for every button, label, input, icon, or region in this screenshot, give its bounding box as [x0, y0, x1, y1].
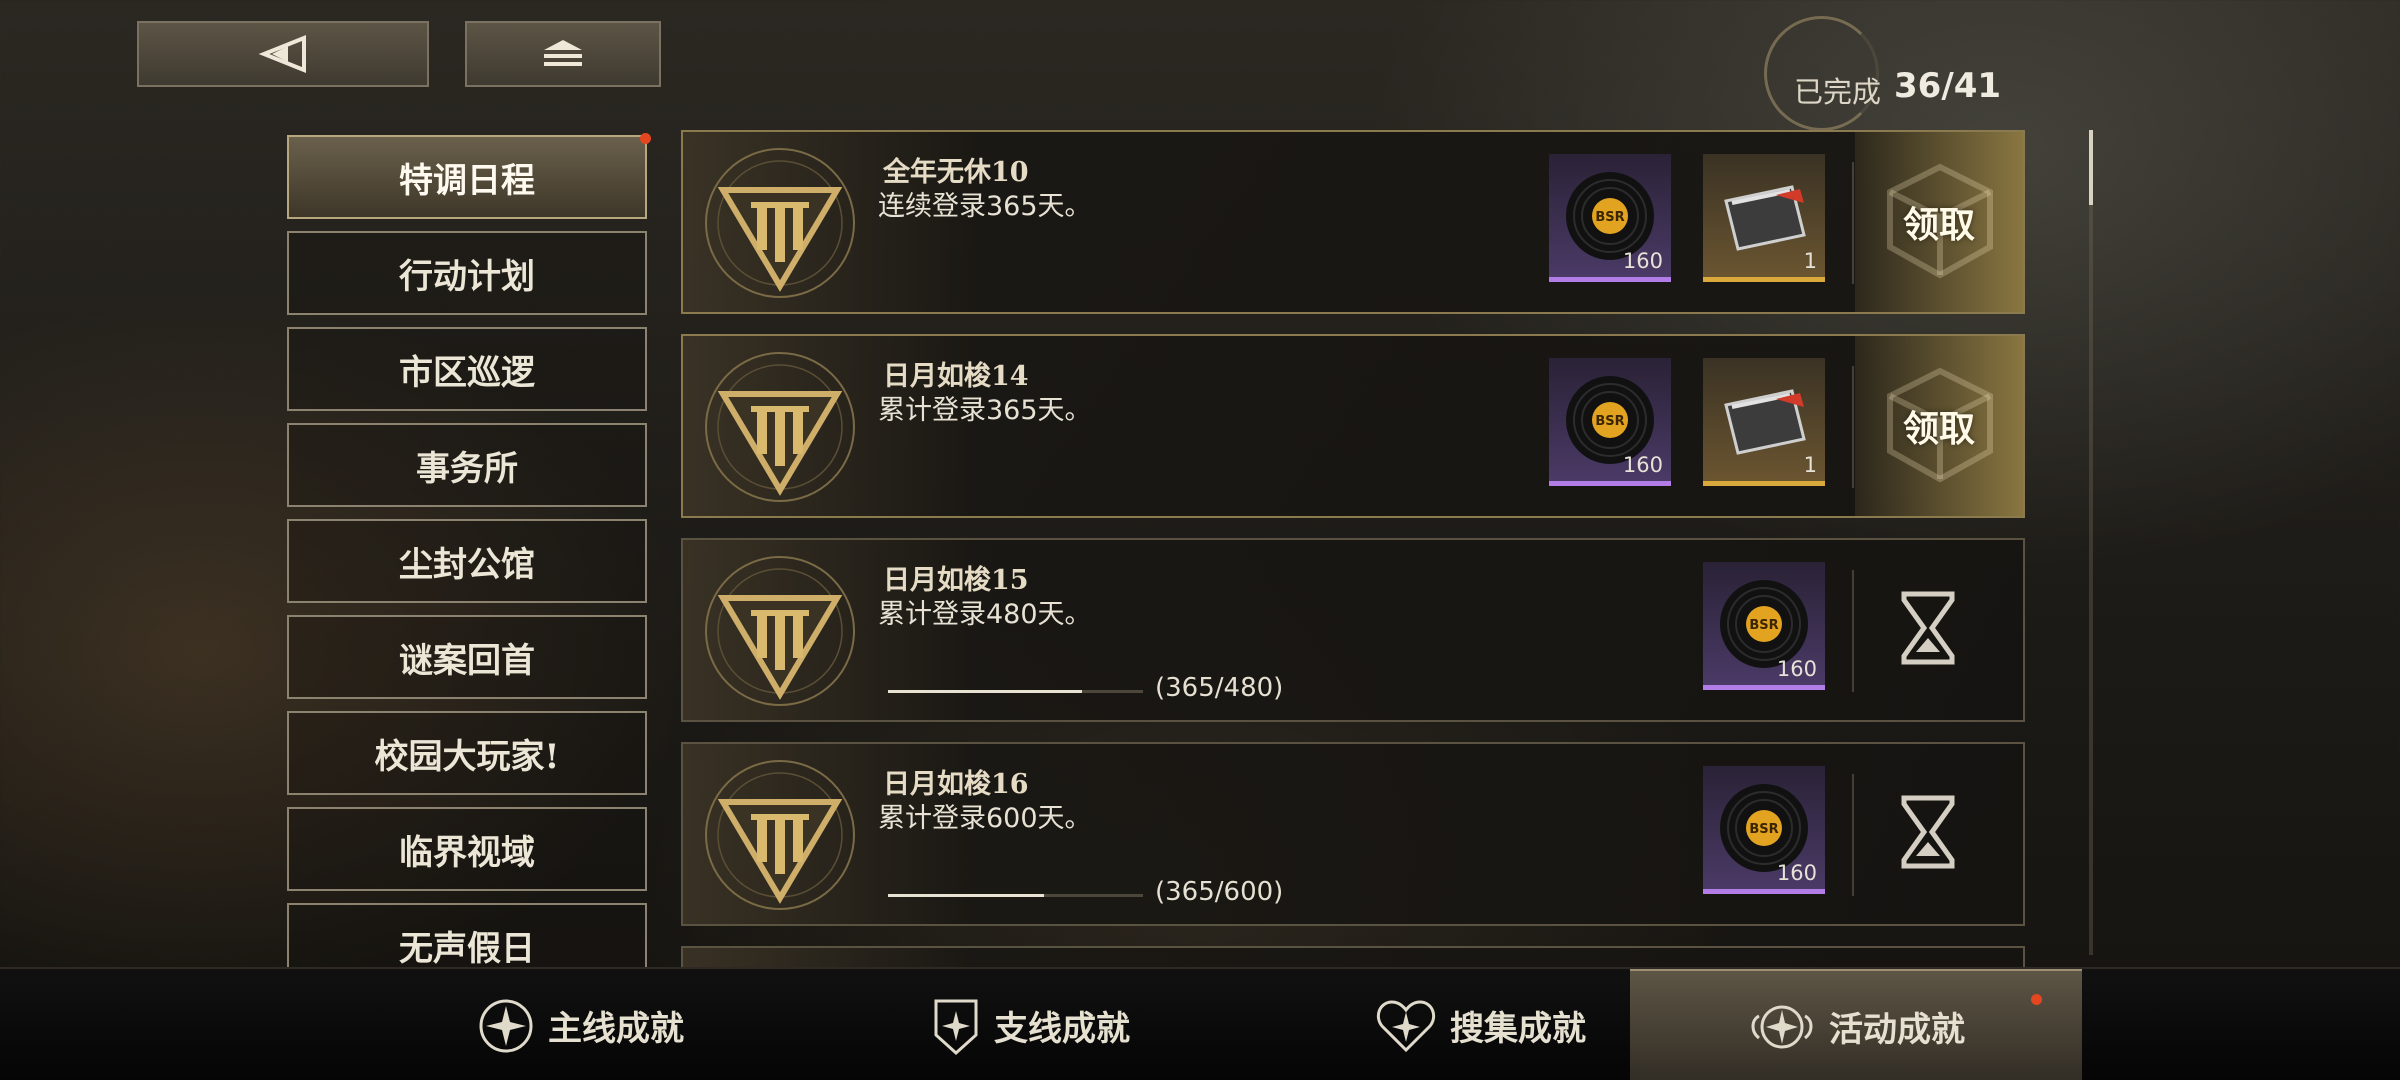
sidebar-item-label: 行动计划	[399, 256, 535, 297]
progress-label: 已完成	[1794, 75, 1882, 109]
compass-star-icon	[479, 999, 533, 1052]
sidebar-item-label: 校园大玩家!	[374, 736, 560, 777]
scrollbar-thumb[interactable]	[2089, 130, 2093, 205]
tab-main-achievements[interactable]: 主线成就	[355, 969, 805, 1080]
progress-value: 36/41	[1894, 66, 2002, 106]
tab-label: 活动成就	[1829, 1010, 1965, 1050]
sidebar-item-case-review[interactable]: 谜案回首	[287, 615, 647, 699]
home-stack-icon	[544, 40, 582, 66]
tab-notification-dot	[2031, 994, 2042, 1005]
tab-label: 主线成就	[548, 1009, 684, 1049]
record-logo-text: BSR	[1595, 414, 1624, 429]
achievement-card: 日月如梭16 累计登录600天。 (365/600) BSR 160	[681, 742, 2025, 926]
list-scrollbar[interactable]	[2089, 130, 2093, 955]
back-button[interactable]	[137, 21, 429, 87]
tab-label: 搜集成就	[1450, 1009, 1586, 1049]
triangle-emblem-icon	[705, 760, 855, 910]
reward-count: 1	[1803, 453, 1817, 477]
sidebar-item-critical-view[interactable]: 临界视域	[287, 807, 647, 891]
reward-item[interactable]: 1	[1703, 154, 1825, 282]
card-divider	[1852, 366, 1854, 488]
tab-event-achievements[interactable]: 活动成就	[1630, 969, 2082, 1080]
sidebar-item-label: 尘封公馆	[399, 544, 535, 585]
triangle-emblem-icon	[705, 352, 855, 502]
achievement-tab-bar: 主线成就 支线成就 搜集成就 活动成就	[0, 967, 2400, 1080]
achievement-progress-text: (365/600)	[1155, 877, 1284, 907]
achievement-card: 日月如梭15 累计登录480天。 (365/480) BSR 160	[681, 538, 2025, 722]
sidebar-item-special-schedule[interactable]: 特调日程	[287, 135, 647, 219]
sidebar-item-label: 谜案回首	[399, 640, 535, 681]
reward-item[interactable]: 1	[1703, 358, 1825, 486]
record-logo-text: BSR	[1749, 822, 1778, 837]
achievement-list[interactable]: 全年无休10 连续登录365天。 BSR 160 1 领取 日月如梭14 累计登…	[681, 130, 2025, 967]
claim-button[interactable]: 领取	[1855, 132, 2023, 312]
achievement-description: 累计登录600天。	[878, 803, 1092, 834]
achievement-card-partial	[681, 946, 2025, 967]
triangle-emblem-icon	[705, 148, 855, 298]
claim-button[interactable]: 领取	[1855, 336, 2023, 516]
reward-item[interactable]: BSR 160	[1703, 766, 1825, 894]
home-button[interactable]	[465, 21, 661, 87]
progress-fill	[888, 690, 1082, 693]
sidebar-item-action-plan[interactable]: 行动计划	[287, 231, 647, 315]
achievement-progress-text: (365/480)	[1155, 673, 1284, 703]
reward-count: 160	[1622, 453, 1663, 477]
sidebar-item-label: 事务所	[416, 448, 518, 489]
card-divider	[1852, 774, 1854, 896]
winged-star-icon	[1751, 1005, 1813, 1048]
reward-count: 160	[1776, 657, 1817, 681]
hourglass-icon	[1901, 795, 1955, 869]
sidebar-item-label: 特调日程	[399, 160, 535, 201]
card-divider	[1852, 570, 1854, 692]
record-logo-text: BSR	[1595, 210, 1624, 225]
achievement-card: 全年无休10 连续登录365天。 BSR 160 1 领取	[681, 130, 2025, 314]
ticket-card-icon	[1724, 184, 1806, 251]
achievement-description: 累计登录480天。	[878, 599, 1092, 630]
sidebar-item-city-patrol[interactable]: 市区巡逻	[287, 327, 647, 411]
achievement-progress-bar	[888, 690, 1143, 693]
achievement-description: 累计登录365天。	[878, 395, 1092, 426]
sidebar-item-silent-holiday[interactable]: 无声假日	[287, 903, 647, 967]
back-triangle-icon	[258, 35, 306, 73]
claim-button-label: 领取	[1902, 408, 1975, 450]
record-logo-text: BSR	[1749, 618, 1778, 633]
sidebar-item-campus-player[interactable]: 校园大玩家!	[287, 711, 647, 795]
reward-count: 1	[1803, 249, 1817, 273]
ticket-card-icon	[1724, 388, 1806, 455]
sidebar-item-label: 市区巡逻	[399, 352, 535, 393]
claim-button-label: 领取	[1902, 204, 1975, 246]
triangle-emblem-icon	[705, 556, 855, 706]
reward-item[interactable]: BSR 160	[1549, 154, 1671, 282]
reward-item[interactable]: BSR 160	[1703, 562, 1825, 690]
heart-star-icon	[1376, 999, 1436, 1052]
achievement-card: 日月如梭14 累计登录365天。 BSR 160 1 领取	[681, 334, 2025, 518]
category-sidebar: 特调日程 行动计划 市区巡逻 事务所 尘封公馆 谜案回首 校园大玩家! 临界视域…	[287, 133, 647, 967]
sidebar-item-label: 无声假日	[399, 928, 535, 968]
completion-progress: 已完成 36/41	[1764, 16, 2004, 131]
sidebar-notification-dot	[640, 133, 651, 144]
achievement-description: 连续登录365天。	[878, 191, 1092, 222]
tab-side-achievements[interactable]: 支线成就	[805, 969, 1255, 1080]
card-divider	[1852, 162, 1854, 284]
tab-label: 支线成就	[994, 1009, 1130, 1049]
reward-item[interactable]: BSR 160	[1549, 358, 1671, 486]
sidebar-item-label: 临界视域	[399, 832, 535, 873]
hourglass-icon	[1901, 591, 1955, 665]
shield-star-icon	[934, 999, 978, 1055]
sidebar-item-dusty-mansion[interactable]: 尘封公馆	[287, 519, 647, 603]
reward-count: 160	[1776, 861, 1817, 885]
sidebar-item-office[interactable]: 事务所	[287, 423, 647, 507]
progress-fill	[888, 894, 1044, 897]
reward-count: 160	[1622, 249, 1663, 273]
achievement-progress-bar	[888, 894, 1143, 897]
